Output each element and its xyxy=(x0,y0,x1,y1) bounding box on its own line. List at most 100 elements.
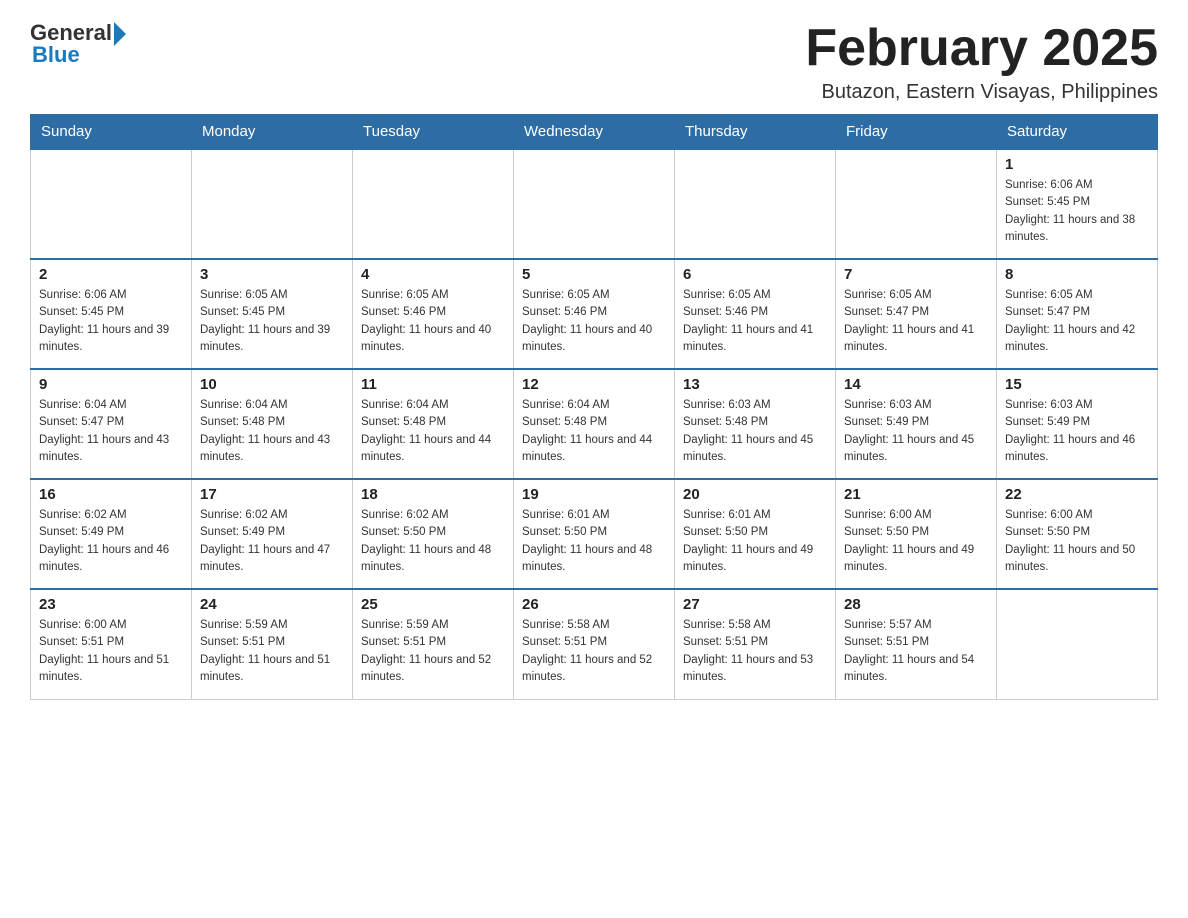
calendar-cell: 5 Sunrise: 6:05 AMSunset: 5:46 PMDaylight… xyxy=(514,259,675,369)
day-number: 10 xyxy=(200,376,344,393)
day-number: 22 xyxy=(1005,486,1149,503)
calendar-header-row: SundayMondayTuesdayWednesdayThursdayFrid… xyxy=(31,115,1158,150)
day-number: 15 xyxy=(1005,376,1149,393)
day-number: 20 xyxy=(683,486,827,503)
day-info: Sunrise: 6:03 AMSunset: 5:49 PMDaylight:… xyxy=(1005,397,1149,466)
day-info: Sunrise: 6:05 AMSunset: 5:47 PMDaylight:… xyxy=(844,287,988,356)
weekday-header-wednesday: Wednesday xyxy=(514,115,675,150)
day-info: Sunrise: 6:01 AMSunset: 5:50 PMDaylight:… xyxy=(683,507,827,576)
day-number: 7 xyxy=(844,266,988,283)
day-info: Sunrise: 6:03 AMSunset: 5:49 PMDaylight:… xyxy=(844,397,988,466)
day-info: Sunrise: 6:02 AMSunset: 5:49 PMDaylight:… xyxy=(39,507,183,576)
day-info: Sunrise: 6:02 AMSunset: 5:50 PMDaylight:… xyxy=(361,507,505,576)
day-info: Sunrise: 5:59 AMSunset: 5:51 PMDaylight:… xyxy=(361,617,505,686)
calendar-cell: 24Sunrise: 5:59 AMSunset: 5:51 PMDayligh… xyxy=(192,589,353,699)
weekday-header-tuesday: Tuesday xyxy=(353,115,514,150)
calendar-cell: 4 Sunrise: 6:05 AMSunset: 5:46 PMDaylight… xyxy=(353,259,514,369)
calendar-cell xyxy=(836,149,997,259)
day-info: Sunrise: 5:58 AMSunset: 5:51 PMDaylight:… xyxy=(522,617,666,686)
day-info: Sunrise: 6:05 AMSunset: 5:47 PMDaylight:… xyxy=(1005,287,1149,356)
day-info: Sunrise: 6:04 AMSunset: 5:47 PMDaylight:… xyxy=(39,397,183,466)
day-info: Sunrise: 6:05 AMSunset: 5:45 PMDaylight:… xyxy=(200,287,344,356)
day-info: Sunrise: 6:00 AMSunset: 5:51 PMDaylight:… xyxy=(39,617,183,686)
day-info: Sunrise: 6:05 AMSunset: 5:46 PMDaylight:… xyxy=(683,287,827,356)
day-info: Sunrise: 6:05 AMSunset: 5:46 PMDaylight:… xyxy=(361,287,505,356)
day-number: 2 xyxy=(39,266,183,283)
calendar-week-row: 1Sunrise: 6:06 AMSunset: 5:45 PMDaylight… xyxy=(31,149,1158,259)
day-number: 26 xyxy=(522,596,666,613)
day-info: Sunrise: 6:05 AMSunset: 5:46 PMDaylight:… xyxy=(522,287,666,356)
calendar-cell: 22 Sunrise: 6:00 AMSunset: 5:50 PMDayligh… xyxy=(997,479,1158,589)
day-info: Sunrise: 6:04 AMSunset: 5:48 PMDaylight:… xyxy=(522,397,666,466)
day-info: Sunrise: 6:04 AMSunset: 5:48 PMDaylight:… xyxy=(200,397,344,466)
day-info: Sunrise: 6:06 AMSunset: 5:45 PMDaylight:… xyxy=(39,287,183,356)
day-number: 25 xyxy=(361,596,505,613)
day-number: 18 xyxy=(361,486,505,503)
logo-arrow-icon xyxy=(114,22,126,46)
day-info: Sunrise: 5:57 AMSunset: 5:51 PMDaylight:… xyxy=(844,617,988,686)
day-number: 16 xyxy=(39,486,183,503)
logo: General Blue xyxy=(30,20,126,68)
location-title: Butazon, Eastern Visayas, Philippines xyxy=(805,81,1158,104)
calendar-week-row: 9 Sunrise: 6:04 AMSunset: 5:47 PMDaylight… xyxy=(31,369,1158,479)
calendar-cell: 17 Sunrise: 6:02 AMSunset: 5:49 PMDayligh… xyxy=(192,479,353,589)
weekday-header-monday: Monday xyxy=(192,115,353,150)
day-info: Sunrise: 6:03 AMSunset: 5:48 PMDaylight:… xyxy=(683,397,827,466)
calendar-cell: 20 Sunrise: 6:01 AMSunset: 5:50 PMDayligh… xyxy=(675,479,836,589)
day-number: 5 xyxy=(522,266,666,283)
calendar-cell: 12 Sunrise: 6:04 AMSunset: 5:48 PMDayligh… xyxy=(514,369,675,479)
day-info: Sunrise: 6:00 AMSunset: 5:50 PMDaylight:… xyxy=(844,507,988,576)
day-number: 24 xyxy=(200,596,344,613)
day-info: Sunrise: 6:04 AMSunset: 5:48 PMDaylight:… xyxy=(361,397,505,466)
calendar-cell: 9 Sunrise: 6:04 AMSunset: 5:47 PMDaylight… xyxy=(31,369,192,479)
weekday-header-thursday: Thursday xyxy=(675,115,836,150)
day-info: Sunrise: 6:00 AMSunset: 5:50 PMDaylight:… xyxy=(1005,507,1149,576)
calendar-cell: 23 Sunrise: 6:00 AMSunset: 5:51 PMDayligh… xyxy=(31,589,192,699)
calendar-cell xyxy=(353,149,514,259)
calendar-cell: 2 Sunrise: 6:06 AMSunset: 5:45 PMDaylight… xyxy=(31,259,192,369)
calendar-cell: 11 Sunrise: 6:04 AMSunset: 5:48 PMDayligh… xyxy=(353,369,514,479)
day-info: Sunrise: 6:01 AMSunset: 5:50 PMDaylight:… xyxy=(522,507,666,576)
day-number: 4 xyxy=(361,266,505,283)
day-number: 13 xyxy=(683,376,827,393)
day-number: 6 xyxy=(683,266,827,283)
calendar-cell xyxy=(192,149,353,259)
title-section: February 2025 Butazon, Eastern Visayas, … xyxy=(805,20,1158,104)
calendar-cell: 28 Sunrise: 5:57 AMSunset: 5:51 PMDayligh… xyxy=(836,589,997,699)
weekday-header-friday: Friday xyxy=(836,115,997,150)
calendar-week-row: 2 Sunrise: 6:06 AMSunset: 5:45 PMDaylight… xyxy=(31,259,1158,369)
calendar-week-row: 23 Sunrise: 6:00 AMSunset: 5:51 PMDayligh… xyxy=(31,589,1158,699)
calendar-cell: 8 Sunrise: 6:05 AMSunset: 5:47 PMDaylight… xyxy=(997,259,1158,369)
calendar-cell xyxy=(31,149,192,259)
day-number: 3 xyxy=(200,266,344,283)
calendar-cell: 7 Sunrise: 6:05 AMSunset: 5:47 PMDaylight… xyxy=(836,259,997,369)
day-number: 12 xyxy=(522,376,666,393)
calendar-cell: 1Sunrise: 6:06 AMSunset: 5:45 PMDaylight… xyxy=(997,149,1158,259)
calendar-cell: 19 Sunrise: 6:01 AMSunset: 5:50 PMDayligh… xyxy=(514,479,675,589)
calendar-cell: 10 Sunrise: 6:04 AMSunset: 5:48 PMDayligh… xyxy=(192,369,353,479)
day-number: 23 xyxy=(39,596,183,613)
calendar-cell: 13 Sunrise: 6:03 AMSunset: 5:48 PMDayligh… xyxy=(675,369,836,479)
calendar-cell: 21Sunrise: 6:00 AMSunset: 5:50 PMDayligh… xyxy=(836,479,997,589)
calendar-cell xyxy=(675,149,836,259)
weekday-header-saturday: Saturday xyxy=(997,115,1158,150)
day-info: Sunrise: 6:02 AMSunset: 5:49 PMDaylight:… xyxy=(200,507,344,576)
day-number: 9 xyxy=(39,376,183,393)
page-header: General Blue February 2025 Butazon, East… xyxy=(30,20,1158,104)
day-number: 11 xyxy=(361,376,505,393)
calendar-cell: 26 Sunrise: 5:58 AMSunset: 5:51 PMDayligh… xyxy=(514,589,675,699)
day-number: 27 xyxy=(683,596,827,613)
day-number: 8 xyxy=(1005,266,1149,283)
day-number: 28 xyxy=(844,596,988,613)
calendar-cell: 25 Sunrise: 5:59 AMSunset: 5:51 PMDayligh… xyxy=(353,589,514,699)
day-number: 19 xyxy=(522,486,666,503)
calendar-cell xyxy=(514,149,675,259)
calendar-week-row: 16 Sunrise: 6:02 AMSunset: 5:49 PMDayligh… xyxy=(31,479,1158,589)
day-number: 14 xyxy=(844,376,988,393)
day-info: Sunrise: 5:58 AMSunset: 5:51 PMDaylight:… xyxy=(683,617,827,686)
day-number: 17 xyxy=(200,486,344,503)
day-info: Sunrise: 6:06 AMSunset: 5:45 PMDaylight:… xyxy=(1005,177,1149,246)
calendar-cell: 27 Sunrise: 5:58 AMSunset: 5:51 PMDayligh… xyxy=(675,589,836,699)
calendar-table: SundayMondayTuesdayWednesdayThursdayFrid… xyxy=(30,114,1158,700)
calendar-cell: 14 Sunrise: 6:03 AMSunset: 5:49 PMDayligh… xyxy=(836,369,997,479)
